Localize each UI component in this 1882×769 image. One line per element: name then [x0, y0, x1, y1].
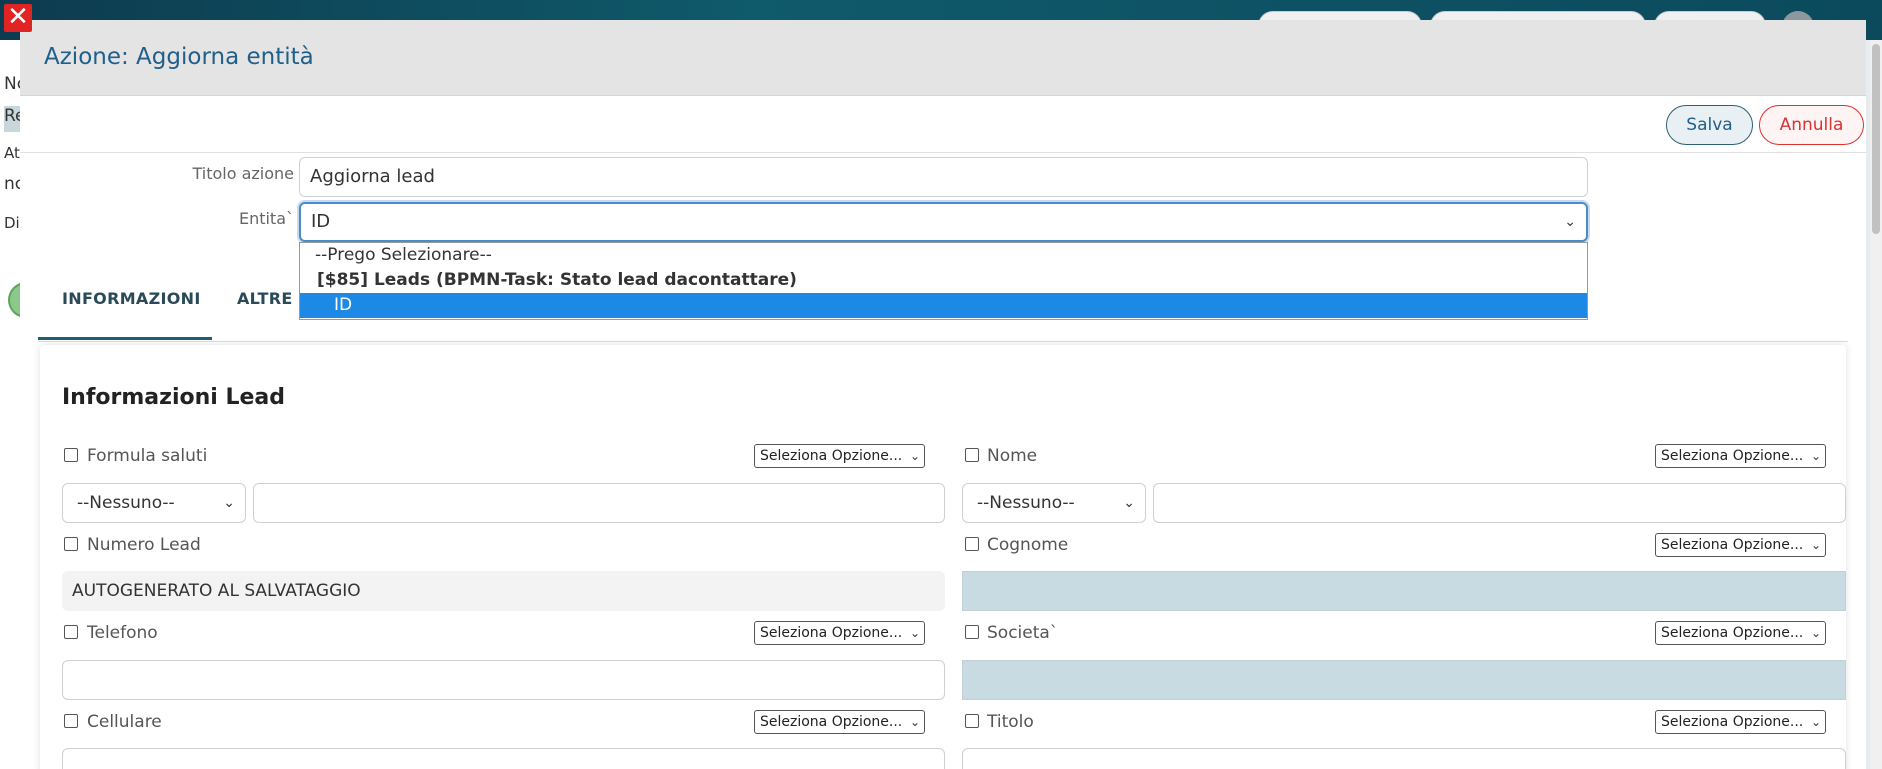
chevron-down-icon: ⌄ [909, 449, 920, 463]
societa-input[interactable] [962, 660, 1846, 700]
entity-label: Entita` [238, 209, 294, 228]
modal-title: Azione: Aggiorna entità [44, 44, 314, 70]
dropdown-option-group[interactable]: [$85] Leads (BPMN-Task: Stato lead dacon… [300, 268, 1587, 293]
scrollbar-thumb[interactable] [1872, 44, 1880, 234]
cognome-input[interactable] [962, 571, 1846, 611]
nome-label: Nome [987, 446, 1038, 466]
nome-prefix-select-value: --Nessuno-- [977, 493, 1075, 513]
chevron-down-icon: ⌄ [1123, 495, 1135, 511]
cognome-checkbox[interactable] [965, 537, 979, 551]
titolo-input[interactable] [962, 748, 1846, 769]
cellulare-option-select[interactable]: Seleziona Opzione... ⌄ [754, 710, 925, 734]
background-text: Nc [4, 74, 20, 94]
background-text: Di [4, 214, 20, 232]
option-select-value: Seleziona Opzione... [1661, 537, 1804, 553]
numero-lead-value: AUTOGENERATO AL SALVATAGGIO [72, 581, 361, 601]
nome-checkbox[interactable] [965, 448, 979, 462]
telefono-option-select[interactable]: Seleziona Opzione... ⌄ [754, 621, 925, 645]
formula-saluti-option-select[interactable]: Seleziona Opzione... ⌄ [754, 444, 925, 468]
option-select-value: Seleziona Opzione... [760, 625, 903, 641]
chevron-down-icon: ⌄ [909, 715, 920, 729]
telefono-checkbox[interactable] [64, 625, 78, 639]
cellulare-input[interactable] [62, 748, 945, 769]
numero-lead-label: Numero Lead [87, 535, 201, 555]
save-button[interactable]: Salva [1666, 105, 1753, 145]
option-select-value: Seleziona Opzione... [1661, 714, 1804, 730]
cognome-label: Cognome [987, 535, 1069, 555]
chevron-down-icon: ⌄ [223, 495, 235, 511]
modal-dialog: Azione: Aggiorna entità Salva Annulla Ti… [20, 20, 1866, 769]
societa-checkbox[interactable] [965, 625, 979, 639]
titolo-option-select[interactable]: Seleziona Opzione... ⌄ [1655, 710, 1826, 734]
numero-lead-readonly: AUTOGENERATO AL SALVATAGGIO [62, 571, 945, 611]
societa-label: Societa` [987, 623, 1059, 643]
action-title-input[interactable]: Aggiorna lead [299, 157, 1588, 197]
chevron-down-icon: ⌄ [1810, 626, 1821, 640]
numero-lead-checkbox[interactable] [64, 537, 78, 551]
background-sidebar: Nc Re At nc Di [0, 40, 20, 769]
chevron-down-icon: ⌄ [909, 626, 920, 640]
option-select-value: Seleziona Opzione... [1661, 448, 1804, 464]
chevron-down-icon: ⌄ [1810, 449, 1821, 463]
tab-informazioni[interactable]: INFORMAZIONI [38, 270, 212, 340]
cellulare-label: Cellulare [87, 712, 162, 732]
nome-prefix-select[interactable]: --Nessuno-- ⌄ [962, 483, 1146, 523]
titolo-label: Titolo [987, 712, 1034, 732]
entity-select[interactable]: ID ⌄ [299, 202, 1588, 242]
formula-saluti-input[interactable] [253, 483, 945, 523]
cancel-button[interactable]: Annulla [1759, 105, 1864, 145]
entity-dropdown-list: --Prego Selezionare-- [$85] Leads (BPMN-… [299, 242, 1588, 320]
lead-info-panel [40, 345, 1846, 769]
entity-select-value: ID [311, 211, 331, 232]
close-icon[interactable]: ✕ [4, 4, 32, 32]
chevron-down-icon: ⌄ [1810, 715, 1821, 729]
telefono-input[interactable] [62, 660, 945, 700]
panel-title: Informazioni Lead [62, 385, 286, 410]
background-text: At [4, 144, 20, 162]
societa-option-select[interactable]: Seleziona Opzione... ⌄ [1655, 621, 1826, 645]
nome-option-select[interactable]: Seleziona Opzione... ⌄ [1655, 444, 1826, 468]
salutation-select-value: --Nessuno-- [77, 493, 175, 513]
nome-input[interactable] [1153, 483, 1846, 523]
cognome-option-select[interactable]: Seleziona Opzione... ⌄ [1655, 533, 1826, 557]
dropdown-option-selected[interactable]: ID [300, 293, 1587, 318]
formula-saluti-checkbox[interactable] [64, 448, 78, 462]
background-text: nc [4, 174, 20, 194]
background-text: Re [4, 106, 20, 132]
option-select-value: Seleziona Opzione... [760, 448, 903, 464]
formula-saluti-label: Formula saluti [87, 446, 208, 466]
telefono-label: Telefono [87, 623, 158, 643]
chevron-down-icon: ⌄ [1810, 538, 1821, 552]
titolo-checkbox[interactable] [965, 714, 979, 728]
dropdown-option[interactable]: --Prego Selezionare-- [300, 243, 1587, 268]
action-bar [20, 97, 1866, 153]
option-select-value: Seleziona Opzione... [1661, 625, 1804, 641]
salutation-select[interactable]: --Nessuno-- ⌄ [62, 483, 246, 523]
action-title-label: Titolo azione [192, 164, 294, 183]
cellulare-checkbox[interactable] [64, 714, 78, 728]
chevron-down-icon: ⌄ [1564, 214, 1576, 230]
modal-header: Azione: Aggiorna entità [20, 20, 1866, 96]
option-select-value: Seleziona Opzione... [760, 714, 903, 730]
